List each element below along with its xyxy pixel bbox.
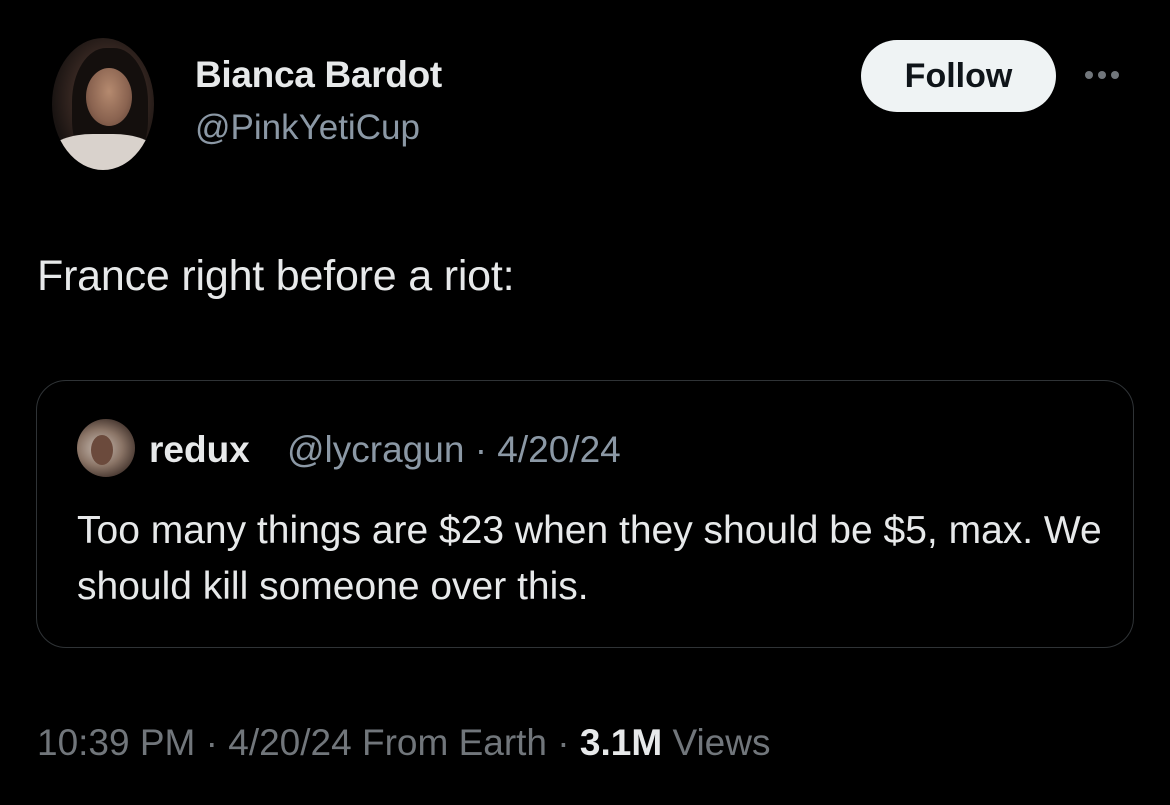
views-count: 3.1M xyxy=(579,722,663,763)
quoted-author-meta: @lycragun · 4/20/24 xyxy=(287,429,621,470)
author-display-name[interactable]: Bianca Bardot xyxy=(195,54,442,96)
more-horizontal-icon[interactable] xyxy=(1085,68,1129,82)
views-label: Views xyxy=(662,722,771,763)
quoted-author-display-name: redux xyxy=(149,429,250,470)
tweet-footer: 10:39 PM · 4/20/24 From Earth · 3.1M Vie… xyxy=(37,722,770,764)
quoted-tweet-card[interactable]: redux @lycragun · 4/20/24 Too many thing… xyxy=(36,380,1134,648)
quoted-author-avatar xyxy=(77,419,135,477)
tweet-text: France right before a riot: xyxy=(37,252,515,300)
author-handle[interactable]: @PinkYetiCup xyxy=(195,108,420,148)
timestamp[interactable]: 10:39 PM · 4/20/24 From Earth · xyxy=(37,722,580,763)
follow-button[interactable]: Follow xyxy=(861,40,1056,112)
quoted-tweet-text: Too many things are $23 when they should… xyxy=(77,509,1102,608)
author-avatar[interactable] xyxy=(52,38,154,170)
